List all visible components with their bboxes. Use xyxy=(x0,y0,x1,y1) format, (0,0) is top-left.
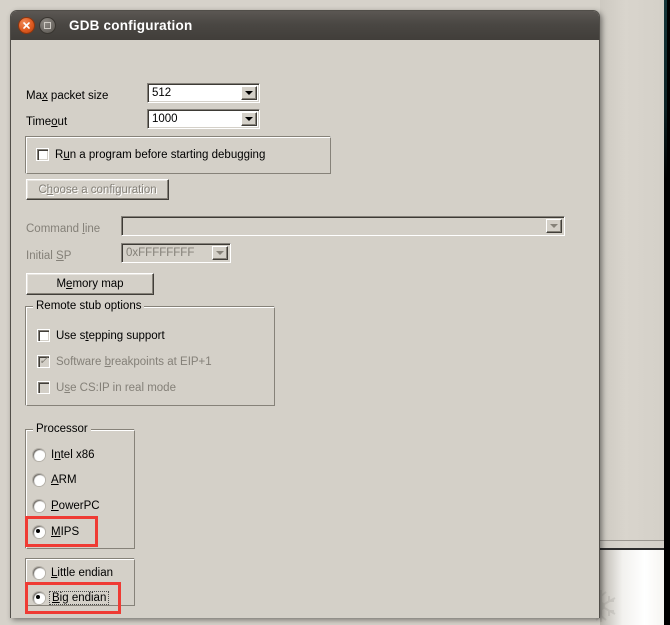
processor-radio-mips[interactable]: MIPS xyxy=(33,526,79,538)
endian-radio-little[interactable]: Little endian xyxy=(33,567,113,579)
software-breakpoints-label: Software breakpoints at EIP+1 xyxy=(56,355,212,368)
endian-option-label: Big endian xyxy=(49,591,110,605)
close-icon[interactable] xyxy=(18,17,35,34)
chevron-down-icon[interactable] xyxy=(241,86,257,100)
command-line-label: Command line xyxy=(26,223,101,235)
checkbox-box[interactable]: ✓ xyxy=(37,355,50,368)
run-program-label: Run a program before starting debugging xyxy=(55,148,266,161)
checkbox-box[interactable] xyxy=(36,148,49,161)
initial-sp-value: 0xFFFFFFFF xyxy=(126,247,195,259)
timeout-combobox[interactable]: 1000 xyxy=(147,109,260,129)
window-title: GDB configuration xyxy=(69,18,193,33)
use-stepping-support-checkbox[interactable]: Use stepping support xyxy=(37,329,165,342)
processor-radio-intel-x86[interactable]: Intel x86 xyxy=(33,449,95,461)
timeout-value: 1000 xyxy=(152,113,178,125)
run-program-checkbox[interactable]: Run a program before starting debugging xyxy=(36,148,265,161)
remote-stub-options-title: Remote stub options xyxy=(33,300,145,312)
processor-option-label: Intel x86 xyxy=(51,449,95,461)
screen-edge-teal-strip xyxy=(664,0,667,180)
screen: GDB configuration Max packet size 512 Ti… xyxy=(0,0,670,625)
endian-radio-big[interactable]: Big endian xyxy=(33,591,110,605)
radio-indicator[interactable] xyxy=(33,500,45,512)
use-csip-real-mode-label: Use CS:IP in real mode xyxy=(56,381,176,394)
max-packet-size-value: 512 xyxy=(152,87,172,99)
titlebar[interactable]: GDB configuration xyxy=(11,11,599,40)
processor-option-label: ARM xyxy=(51,474,77,486)
max-packet-size-combobox[interactable]: 512 xyxy=(147,83,260,103)
software-breakpoints-checkbox[interactable]: ✓ Software breakpoints at EIP+1 xyxy=(37,355,212,368)
timeout-label: Timeout xyxy=(26,116,68,128)
processor-radio-arm[interactable]: ARM xyxy=(33,474,77,486)
choose-configuration-label: Choose a configuration xyxy=(38,183,157,196)
background-white-sheet xyxy=(600,550,664,625)
command-line-combobox[interactable] xyxy=(121,216,565,236)
processor-option-label: MIPS xyxy=(51,526,80,538)
dialog-client-area: Max packet size 512 Timeout 1000 Run a p… xyxy=(11,40,599,618)
chevron-down-icon[interactable] xyxy=(212,246,228,260)
chevron-down-icon[interactable] xyxy=(241,112,257,126)
processor-option-label: PowerPC xyxy=(51,500,100,512)
gdb-configuration-dialog: GDB configuration Max packet size 512 Ti… xyxy=(10,10,600,618)
checkbox-box[interactable] xyxy=(37,381,50,394)
background-panel-sheen xyxy=(600,0,664,625)
use-csip-real-mode-checkbox[interactable]: Use CS:IP in real mode xyxy=(37,381,176,394)
maximize-icon[interactable] xyxy=(39,17,56,34)
radio-indicator[interactable] xyxy=(33,474,45,486)
background-divider-light xyxy=(598,540,670,541)
max-packet-size-label: Max packet size xyxy=(26,90,109,102)
chevron-down-icon[interactable] xyxy=(546,219,562,233)
radio-indicator[interactable] xyxy=(33,567,45,579)
endian-option-label: Little endian xyxy=(51,567,114,579)
processor-radio-powerpc[interactable]: PowerPC xyxy=(33,500,100,512)
processor-group-title: Processor xyxy=(33,423,91,435)
memory-map-button[interactable]: Memory map xyxy=(26,273,154,295)
radio-indicator[interactable] xyxy=(33,526,45,538)
memory-map-label: Memory map xyxy=(56,278,124,290)
radio-indicator[interactable] xyxy=(33,592,45,604)
radio-indicator[interactable] xyxy=(33,449,45,461)
choose-configuration-button[interactable]: Choose a configuration xyxy=(26,179,169,200)
use-stepping-support-label: Use stepping support xyxy=(56,329,165,342)
initial-sp-label: Initial SP xyxy=(26,250,72,262)
initial-sp-combobox[interactable]: 0xFFFFFFFF xyxy=(121,243,231,263)
checkbox-box[interactable] xyxy=(37,329,50,342)
